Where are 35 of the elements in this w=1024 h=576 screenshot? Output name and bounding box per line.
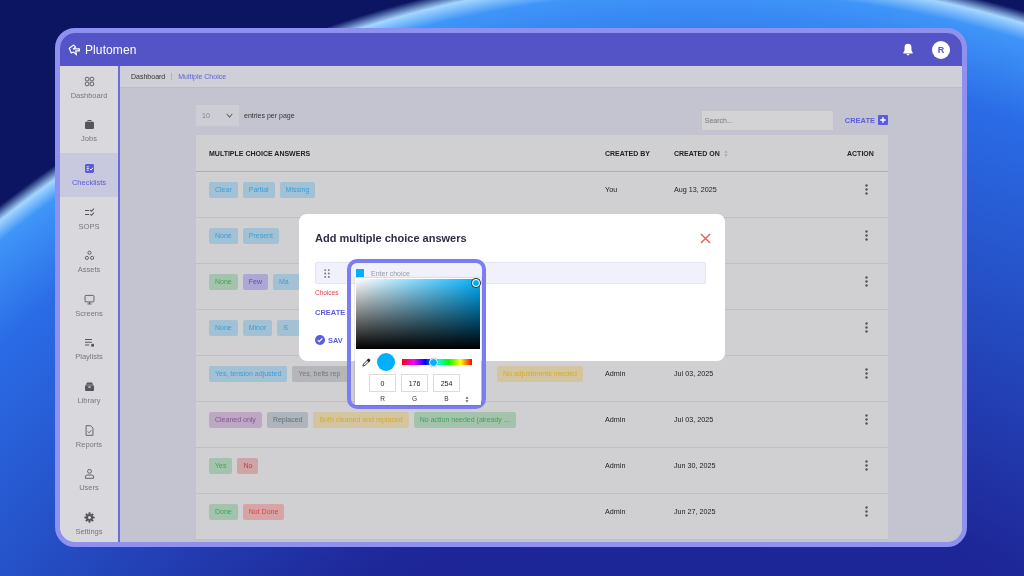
more-vertical-icon[interactable]: [865, 184, 868, 195]
close-icon[interactable]: [700, 232, 711, 244]
nodes-icon: [83, 250, 95, 262]
check-circle-icon: [315, 335, 325, 345]
up-down-arrows-icon[interactable]: [465, 395, 469, 403]
plus-icon: [878, 115, 888, 125]
saturation-area[interactable]: [356, 279, 480, 349]
modal-title: Add multiple choice answers: [315, 232, 467, 244]
chevron-down-icon: [226, 113, 233, 118]
briefcase-icon: [83, 119, 95, 131]
list-check-icon: [83, 206, 95, 218]
playlist-icon: [83, 337, 95, 349]
more-vertical-icon[interactable]: [865, 322, 868, 333]
checklist-icon: [83, 163, 95, 174]
box-icon: [83, 380, 95, 392]
more-vertical-icon[interactable]: [865, 368, 868, 379]
settings-icon: [83, 511, 95, 523]
hue-slider-track[interactable]: [402, 357, 472, 367]
hue-slider-thumb[interactable]: [429, 357, 438, 367]
logo-icon: [68, 43, 81, 56]
monitor-icon: [83, 293, 95, 305]
grid-icon: [83, 75, 95, 87]
eyedropper-icon[interactable]: [362, 357, 371, 367]
document-check-icon: [83, 424, 95, 436]
brand-name: Plutomen: [85, 42, 137, 57]
more-vertical-icon[interactable]: [865, 506, 868, 517]
swatch-icon[interactable]: [356, 269, 364, 277]
more-vertical-icon[interactable]: [865, 460, 868, 471]
more-vertical-icon[interactable]: [865, 230, 868, 241]
bell-icon[interactable]: [902, 43, 914, 56]
drag-handle-icon[interactable]: [324, 268, 330, 278]
more-vertical-icon[interactable]: [865, 276, 868, 287]
user-avatar[interactable]: R: [932, 40, 950, 59]
more-vertical-icon[interactable]: [865, 414, 868, 425]
user-icon: [83, 468, 95, 480]
